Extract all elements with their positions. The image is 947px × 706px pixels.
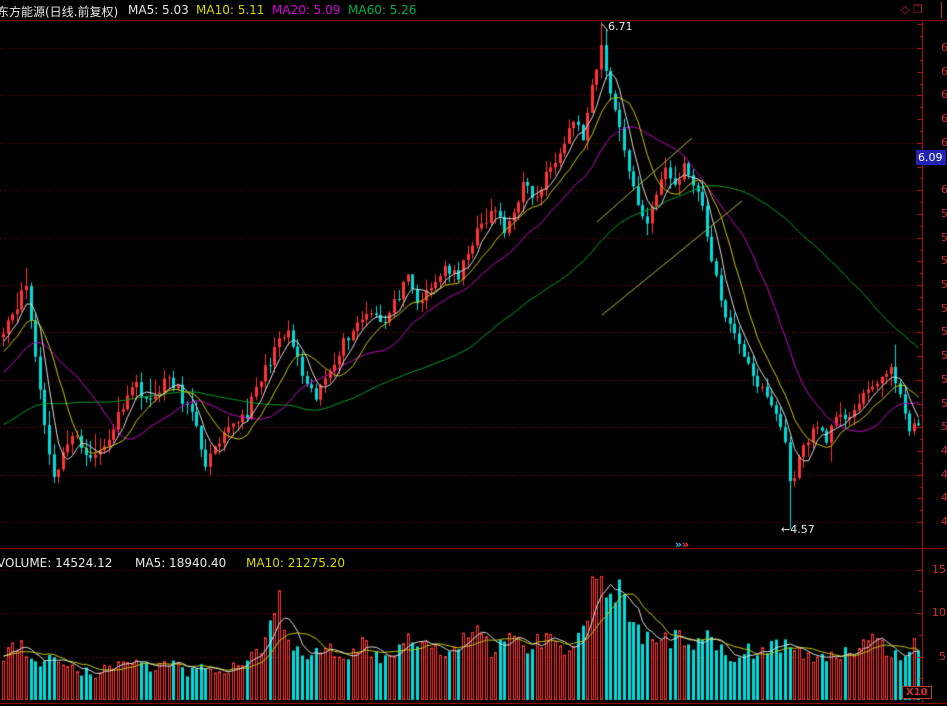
last-price-badge: 6.09 — [916, 150, 946, 165]
pane-divider[interactable] — [0, 548, 947, 549]
price-axis-label: 4.60 — [941, 515, 947, 528]
price-axis-label: 5.00 — [941, 420, 947, 433]
price-axis-label: 6.20 — [941, 136, 947, 149]
price-axis-label: 5.60 — [941, 278, 947, 291]
price-axis-label: 6.50 — [941, 65, 947, 78]
diamond-icon[interactable]: ◇ — [901, 3, 909, 16]
price-axis-label: 5.30 — [941, 349, 947, 362]
peak-price-label: 6.71 — [608, 20, 633, 33]
price-axis-label: 5.90 — [941, 207, 947, 220]
price-axis-label: 6.40 — [941, 88, 947, 101]
header-divider — [0, 20, 947, 21]
ma5-value: MA5: 5.03 — [128, 3, 189, 17]
stock-title: 东方能源(日线.前复权) — [0, 3, 118, 20]
price-axis-label: 5.10 — [941, 397, 947, 410]
restore-window-icon[interactable]: ❐ — [913, 3, 923, 16]
volume-ma5-value: MA5: 18940.40 — [135, 556, 226, 570]
ma10-value: MA10: 5.11 — [196, 3, 264, 17]
price-axis-label: 5.40 — [941, 325, 947, 338]
left-arrow-icon: ← — [781, 523, 790, 536]
price-axis-label: 6.00 — [941, 183, 947, 196]
header-scrollbar-line — [941, 2, 942, 18]
price-axis-label: 5.50 — [941, 302, 947, 315]
volume-ma10-value: MA10: 21275.20 — [246, 556, 345, 570]
volume-unit-label: X10 — [902, 686, 932, 699]
candlestick-chart-canvas[interactable] — [0, 0, 947, 706]
ma20-value: MA20: 5.09 — [272, 3, 340, 17]
volume-value: VOLUME: 14524.12 — [0, 556, 112, 570]
price-axis-label: 6.30 — [941, 112, 947, 125]
bottom-border — [0, 703, 947, 704]
volume-axis-label: 5 — [939, 650, 946, 663]
price-axis-label: 4.70 — [941, 491, 947, 504]
price-axis-label: 4.80 — [941, 468, 947, 481]
price-axis-label: 5.80 — [941, 231, 947, 244]
scroll-marker-right-icon[interactable]: » — [682, 538, 689, 551]
price-axis-label: 4.90 — [941, 444, 947, 457]
price-axis-label: 6.60 — [941, 41, 947, 54]
ma60-value: MA60: 5.26 — [348, 3, 416, 17]
trough-price-label: 4.57 — [790, 523, 815, 536]
price-axis-label: 5.20 — [941, 373, 947, 386]
volume-axis-label: 15 — [932, 563, 946, 576]
stock-app-window: 东方能源(日线.前复权) MA5: 5.03 MA10: 5.11 MA20: … — [0, 0, 947, 706]
volume-axis-label: 10 — [932, 606, 946, 619]
price-axis-label: 5.70 — [941, 254, 947, 267]
